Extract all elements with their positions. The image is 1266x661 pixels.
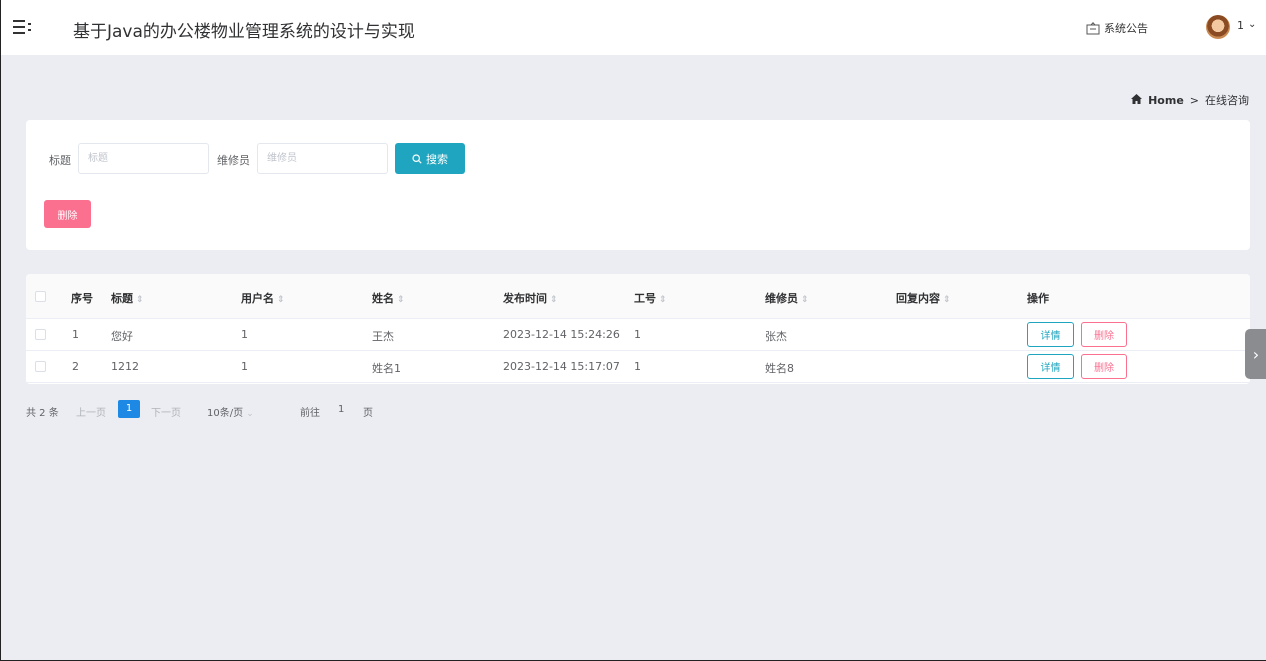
delete-button[interactable]: 删除 bbox=[1081, 322, 1127, 347]
chevron-down-icon: ⌄ bbox=[246, 409, 254, 419]
breadcrumb-current: 在线咨询 bbox=[1205, 94, 1249, 107]
user-name[interactable]: 1 bbox=[1237, 19, 1244, 32]
row-checkbox[interactable] bbox=[35, 329, 46, 340]
side-panel-toggle[interactable]: › bbox=[1245, 329, 1266, 379]
search-icon bbox=[412, 153, 422, 164]
cell-title: 1212 bbox=[111, 360, 139, 373]
sort-icon: ⇕ bbox=[397, 295, 405, 305]
table-row: 1 您好 1 王杰 2023-12-14 15:24:26 1 张杰 详情 删除 bbox=[26, 319, 1250, 351]
repairman-search-input[interactable] bbox=[257, 143, 388, 174]
title-label: 标题 bbox=[49, 154, 71, 167]
app-title: 基于Java的办公楼物业管理系统的设计与实现 bbox=[73, 22, 415, 42]
column-header-title[interactable]: 标题 ⇕ bbox=[111, 290, 144, 306]
menu-toggle-icon[interactable] bbox=[13, 18, 31, 36]
sort-icon: ⇕ bbox=[277, 295, 285, 305]
pagination-current-page[interactable]: 1 bbox=[118, 400, 140, 418]
detail-button[interactable]: 详情 bbox=[1027, 322, 1074, 347]
detail-button[interactable]: 详情 bbox=[1027, 354, 1074, 379]
breadcrumb-separator: > bbox=[1189, 93, 1199, 107]
title-search-input[interactable] bbox=[78, 143, 209, 174]
table-header: 序号 标题 ⇕ 用户名 ⇕ 姓名 ⇕ 发布时间 ⇕ 工号 ⇕ 维修员 ⇕ 回复内容 ⇕ 操作 bbox=[26, 274, 1250, 319]
column-header-actions: 操作 bbox=[1027, 292, 1049, 305]
cell-username: 1 bbox=[241, 360, 248, 373]
search-button[interactable]: 搜索 bbox=[395, 143, 465, 174]
cell-index: 2 bbox=[72, 360, 79, 373]
delete-button[interactable]: 删除 bbox=[1081, 354, 1127, 379]
cell-name: 王杰 bbox=[372, 330, 394, 343]
pagination-next[interactable]: 下一页 bbox=[151, 404, 181, 419]
page-size-select[interactable]: 10条/页 ⌄ bbox=[207, 404, 254, 419]
table-row: 2 1212 1 姓名1 2023-12-14 15:17:07 1 姓名8 详… bbox=[26, 351, 1250, 383]
notice-board-icon bbox=[1086, 21, 1100, 34]
search-button-label: 搜索 bbox=[426, 152, 448, 166]
home-icon bbox=[1131, 93, 1143, 107]
goto-page-input[interactable]: 1 bbox=[338, 404, 344, 415]
breadcrumb: Home > 在线咨询 bbox=[1131, 92, 1249, 108]
consultation-table: 序号 标题 ⇕ 用户名 ⇕ 姓名 ⇕ 发布时间 ⇕ 工号 ⇕ 维修员 ⇕ 回复内容 ⇕ 操作 … bbox=[26, 274, 1250, 384]
pagination-total: 共 2 条 bbox=[26, 408, 59, 419]
chevron-down-icon[interactable]: ⌄ bbox=[1248, 19, 1256, 30]
cell-username: 1 bbox=[241, 328, 248, 341]
column-header-job-no[interactable]: 工号 ⇕ bbox=[634, 290, 667, 306]
cell-job-no: 1 bbox=[634, 360, 641, 373]
sort-icon: ⇕ bbox=[550, 295, 558, 305]
top-navbar: 基于Java的办公楼物业管理系统的设计与实现 系统公告 1 ⌄ bbox=[1, 0, 1266, 55]
batch-delete-button[interactable]: 删除 bbox=[44, 200, 91, 228]
cell-title: 您好 bbox=[111, 330, 133, 343]
repairman-label: 维修员 bbox=[217, 154, 250, 167]
sort-icon: ⇕ bbox=[136, 295, 144, 305]
column-header-repairman[interactable]: 维修员 ⇕ bbox=[765, 290, 809, 306]
cell-repairman: 张杰 bbox=[765, 330, 787, 343]
column-header-name[interactable]: 姓名 ⇕ bbox=[372, 290, 405, 306]
goto-prefix: 前往 bbox=[300, 408, 320, 419]
cell-job-no: 1 bbox=[634, 328, 641, 341]
sort-icon: ⇕ bbox=[943, 295, 951, 305]
avatar[interactable] bbox=[1206, 15, 1230, 39]
notice-label: 系统公告 bbox=[1104, 22, 1148, 35]
breadcrumb-home[interactable]: Home bbox=[1148, 94, 1184, 107]
cell-time: 2023-12-14 15:17:07 bbox=[503, 360, 620, 373]
chevron-right-icon: › bbox=[1252, 344, 1260, 364]
sort-icon: ⇕ bbox=[801, 295, 809, 305]
column-header-reply[interactable]: 回复内容 ⇕ bbox=[896, 290, 951, 306]
column-header-index: 序号 bbox=[71, 292, 93, 305]
cell-name: 姓名1 bbox=[372, 362, 401, 375]
select-all-checkbox[interactable] bbox=[35, 291, 46, 302]
sort-icon: ⇕ bbox=[659, 295, 667, 305]
cell-time: 2023-12-14 15:24:26 bbox=[503, 328, 620, 341]
cell-index: 1 bbox=[72, 328, 79, 341]
column-header-time[interactable]: 发布时间 ⇕ bbox=[503, 290, 558, 306]
column-header-username[interactable]: 用户名 ⇕ bbox=[241, 290, 285, 306]
row-checkbox[interactable] bbox=[35, 361, 46, 372]
search-panel: 标题 维修员 搜索 删除 bbox=[26, 120, 1250, 250]
cell-repairman: 姓名8 bbox=[765, 362, 794, 375]
goto-suffix: 页 bbox=[363, 408, 373, 419]
pagination-prev[interactable]: 上一页 bbox=[76, 404, 106, 419]
system-notice-link[interactable]: 系统公告 bbox=[1086, 20, 1148, 36]
